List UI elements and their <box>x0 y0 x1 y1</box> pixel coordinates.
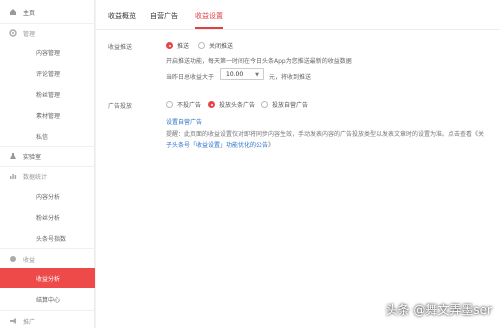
threshold-select[interactable]: 10.00 ▼ <box>220 68 264 80</box>
home-icon <box>9 8 17 16</box>
threshold-prefix: 当昨日总收益大于 <box>166 74 215 81</box>
sidebar-item-label: 实验室 <box>23 153 42 161</box>
tab-earnings-settings[interactable]: 收益设置 <box>195 11 223 21</box>
ads-self-label: 投放自营广告 <box>272 102 309 109</box>
sidebar-item-label: 私信 <box>36 133 49 141</box>
sidebar-item-label: 推广 <box>23 318 36 326</box>
sidebar-item-comment-manage[interactable]: 评论管理 <box>0 63 95 83</box>
chart-icon <box>9 172 17 180</box>
sidebar-item-label: 内容管理 <box>36 49 61 57</box>
sidebar-item-material-manage[interactable]: 素材管理 <box>0 105 95 125</box>
coin-icon <box>9 255 17 263</box>
push-on-label: 推送 <box>177 43 190 50</box>
sidebar-item-label: 素材管理 <box>36 112 61 120</box>
sidebar-item-label: 粉丝管理 <box>36 91 61 99</box>
chevron-down-icon: ▼ <box>255 72 259 78</box>
sidebar-item-label: 头条号指数 <box>36 235 67 243</box>
sidebar: 主页 管理 内容管理 评论管理 粉丝管理 素材管理 私信 实验室 数据统计 内容… <box>0 0 95 328</box>
sidebar-item-toutiao-index[interactable]: 头条号指数 <box>0 228 95 248</box>
sidebar-item-label: 粉丝分析 <box>36 214 61 222</box>
sidebar-group-manage[interactable]: 管理 <box>0 23 95 43</box>
radio-checked-icon <box>166 42 173 49</box>
flask-icon <box>9 152 17 160</box>
sidebar-item-label: 管理 <box>23 30 36 38</box>
threshold-suffix: 元，将收到推送 <box>269 74 312 81</box>
radio-unchecked-icon <box>198 42 205 49</box>
sidebar-item-label: 数据统计 <box>23 173 48 181</box>
ads-label: 广告投放 <box>108 103 133 110</box>
radio-unchecked-icon <box>166 101 173 108</box>
ads-none-label: 不投广告 <box>177 102 202 109</box>
push-on-radio[interactable]: 推送 <box>166 41 189 50</box>
tab-self-ads[interactable]: 自营广告 <box>150 11 178 21</box>
tab-earnings-overview[interactable]: 收益概览 <box>108 11 136 21</box>
push-off-label: 关闭推送 <box>209 43 234 50</box>
ads-reminder-note: 提醒：此页面的收益设置仅对即将同步内容生效，手动发表内容的广告投放类型以发表文章… <box>166 129 494 151</box>
note-text: 提醒：此页面的收益设置仅对即将同步内容生效，手动发表内容的广告投放类型以发表文章… <box>166 131 485 138</box>
push-description: 开启推送功能，每天第一时间在今日头条App为您推送最新的收益数据 <box>166 58 352 65</box>
active-tab-indicator <box>195 27 223 29</box>
sidebar-item-private-msg[interactable]: 私信 <box>0 126 95 146</box>
sidebar-item-fans-manage[interactable]: 粉丝管理 <box>0 84 95 104</box>
note-end: 》 <box>268 142 275 149</box>
sidebar-item-fans-analysis[interactable]: 粉丝分析 <box>0 207 95 227</box>
threshold-value: 10.00 <box>226 70 244 78</box>
sidebar-item-lab[interactable]: 实验室 <box>0 146 95 166</box>
watermark: 头条 @舞文弄墨ser <box>385 303 492 317</box>
sidebar-item-label: 主页 <box>23 9 36 17</box>
ads-toutiao-radio[interactable]: 投放头条广告 <box>208 100 255 109</box>
ads-toutiao-label: 投放头条广告 <box>219 102 256 109</box>
sidebar-item-home[interactable]: 主页 <box>0 2 95 22</box>
sidebar-group-data-stats[interactable]: 数据统计 <box>0 166 95 186</box>
ads-none-radio[interactable]: 不投广告 <box>166 100 201 109</box>
sidebar-item-label: 结算中心 <box>36 296 61 304</box>
radio-checked-icon <box>208 101 215 108</box>
sidebar-item-label: 收益分析 <box>36 275 61 283</box>
sidebar-group-earnings[interactable]: 收益 <box>0 249 95 269</box>
sidebar-item-content-analysis[interactable]: 内容分析 <box>0 186 95 206</box>
set-self-ads-link[interactable]: 设置自营广告 <box>166 117 202 126</box>
tab-bar: 收益概览 自营广告 收益设置 <box>96 0 500 30</box>
ads-self-radio[interactable]: 投放自营广告 <box>261 100 308 109</box>
push-label: 收益推送 <box>108 44 133 51</box>
sidebar-item-settlement-center[interactable]: 结算中心 <box>0 289 95 309</box>
sidebar-group-promotion[interactable]: 推广 <box>0 311 95 328</box>
sidebar-item-earnings-analysis[interactable]: 收益分析 <box>0 268 95 288</box>
main-panel: 收益概览 自营广告 收益设置 收益推送 推送 关闭推送 开启推送功能，每天第一时… <box>96 0 500 328</box>
radio-unchecked-icon <box>261 101 268 108</box>
sidebar-item-label: 内容分析 <box>36 193 61 201</box>
push-off-radio[interactable]: 关闭推送 <box>198 41 233 50</box>
sidebar-item-label: 评论管理 <box>36 70 61 78</box>
sidebar-item-label: 收益 <box>23 256 36 264</box>
sidebar-item-content-manage[interactable]: 内容管理 <box>0 42 95 62</box>
announcement-link[interactable]: 子头条号「收益设置」功能优化的公告 <box>166 142 268 149</box>
gear-icon <box>9 29 17 37</box>
megaphone-icon <box>9 317 17 325</box>
